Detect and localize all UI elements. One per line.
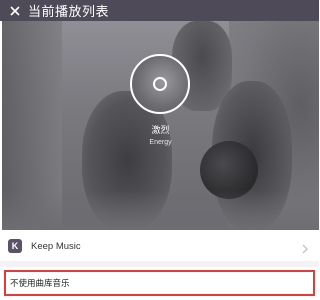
close-icon[interactable] <box>8 4 22 18</box>
no-library-music-label: 不使用曲库音乐 <box>10 279 70 289</box>
page-title: 当前播放列表 <box>28 5 110 20</box>
top-bar: 当前播放列表 <box>0 0 319 21</box>
playlist-subtitle: Energy <box>149 139 172 146</box>
playlist-cover: 激烈 Energy <box>2 21 319 230</box>
cover-floor <box>2 190 319 230</box>
no-library-music-option[interactable]: 不使用曲库音乐 <box>4 270 315 296</box>
keep-logo-icon: K <box>8 239 22 253</box>
chevron-right-icon <box>301 241 309 254</box>
keep-music-label: Keep Music <box>31 240 81 252</box>
play-playlist-button[interactable] <box>130 54 190 114</box>
section-divider <box>0 261 319 267</box>
keep-music-option[interactable]: K Keep Music <box>0 232 319 260</box>
playlist-name: 激烈 <box>151 126 170 136</box>
play-ring-icon <box>153 77 167 91</box>
